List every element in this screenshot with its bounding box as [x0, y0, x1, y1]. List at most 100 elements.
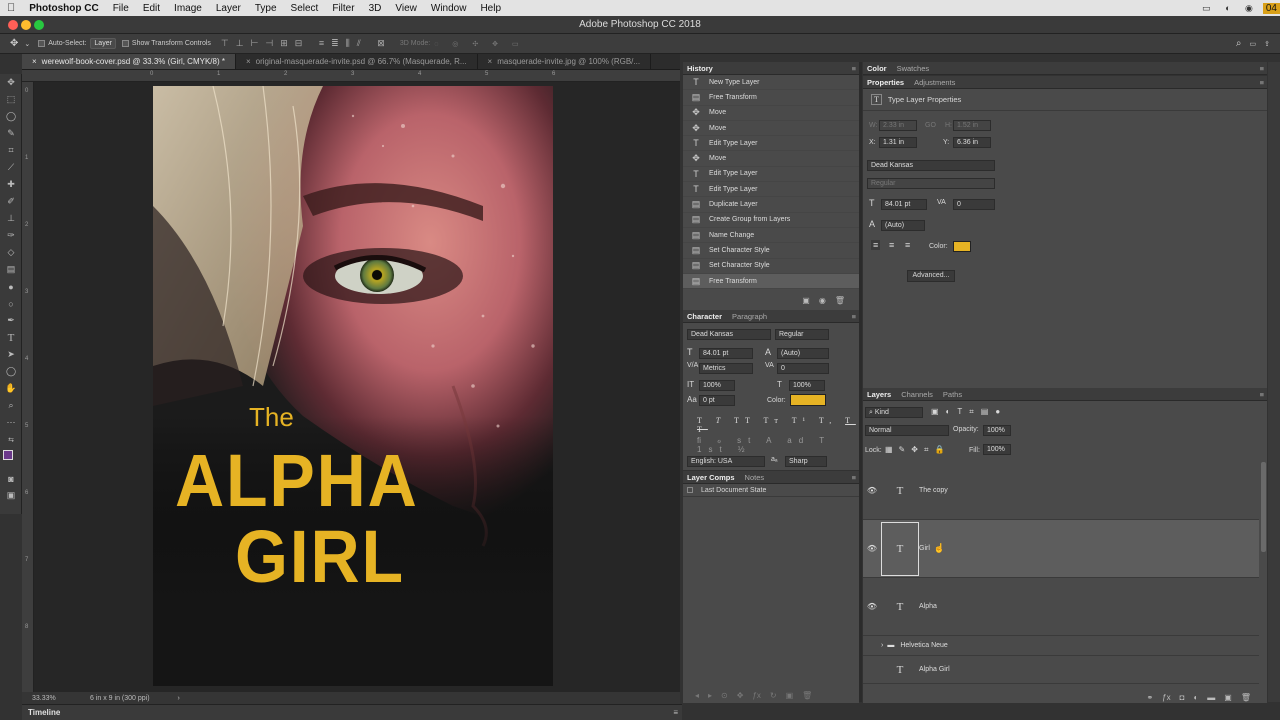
layer-comp-item[interactable]: Last Document State [683, 484, 859, 497]
panel-menu-icon[interactable]: ≡ [1260, 64, 1264, 73]
menu-help[interactable]: Help [473, 3, 508, 14]
document-canvas[interactable]: The ALPHA GIRL [153, 86, 553, 686]
tab-channels[interactable]: Channels [901, 390, 933, 399]
type-style-buttons[interactable]: T T TT Tᴛ T¹ T, T T [697, 416, 859, 434]
font-size-field[interactable]: 84.01 pt [699, 348, 753, 359]
trash-icon[interactable]: 🗑 [802, 691, 812, 700]
tab-original-masquerade-invite[interactable]: × original-masquerade-invite.psd @ 66.7% … [236, 54, 478, 69]
tab-paths[interactable]: Paths [943, 390, 962, 399]
screen-mode-icon[interactable]: ▣ [0, 487, 22, 504]
history-item[interactable]: ✥ Move [683, 121, 859, 137]
history-item[interactable]: ▤ Name Change [683, 228, 859, 244]
link-layers-icon[interactable]: ⚭ [1146, 693, 1153, 702]
layer-row-selected[interactable]: 👁 T Girl ☝ [863, 520, 1259, 578]
next-icon[interactable]: ▸ [708, 691, 712, 700]
menu-view[interactable]: View [388, 3, 424, 14]
vertical-scale-field[interactable]: 100% [699, 380, 735, 391]
layer-filter-select[interactable]: ⌕ Kind [865, 407, 923, 418]
document-size[interactable]: 6 in x 9 in (300 ppi) [90, 695, 150, 702]
history-item[interactable]: T Edit Type Layer [683, 136, 859, 152]
auto-select-target-dropdown[interactable]: Layer [90, 38, 116, 49]
layer-row[interactable]: 👁 T The copy [863, 462, 1259, 520]
marquee-tool-icon[interactable]: ⬚ [0, 91, 22, 108]
font-style-select[interactable]: Regular [775, 329, 829, 340]
text-color-swatch[interactable] [953, 241, 971, 252]
menu-select[interactable]: Select [284, 3, 326, 14]
baseline-shift-field[interactable]: 0 pt [699, 395, 735, 406]
lock-icons[interactable]: ▦✎✥⌗🔒 [885, 445, 950, 455]
tab-character[interactable]: Character [687, 312, 722, 321]
language-select[interactable]: English: USA [687, 456, 765, 467]
minimize-window-button[interactable] [21, 20, 31, 30]
tab-color[interactable]: Color [867, 64, 887, 73]
history-item[interactable]: ▤ Set Character Style [683, 259, 859, 274]
close-window-button[interactable] [8, 20, 18, 30]
align-left-icon[interactable]: ≡ [871, 240, 881, 250]
path-select-tool-icon[interactable]: ➤ [0, 346, 22, 363]
brush-tool-icon[interactable]: ✐ [0, 193, 22, 210]
update-visibility-icon[interactable]: ⊙ [721, 691, 728, 700]
swap-colors-icon[interactable]: ⇆ [0, 431, 22, 448]
align-icons[interactable]: ⊤⊥⊢⊣⊞⊟ ≡≣⫼⫽ ⊠ [221, 38, 392, 49]
history-item[interactable]: T Edit Type Layer [683, 182, 859, 198]
ruler-vertical[interactable]: 0 1 2 3 4 5 6 7 8 [22, 82, 34, 692]
tab-layers[interactable]: Layers [867, 390, 891, 399]
move-tool-icon[interactable]: ✥ [10, 38, 18, 49]
update-appearance-icon[interactable]: ƒx [752, 691, 760, 700]
share-icon[interactable]: ⇪ [1264, 40, 1270, 48]
panel-menu-icon[interactable]: ≡ [852, 473, 856, 482]
x-field[interactable]: 1.31 in [879, 137, 917, 148]
align-right-icon[interactable]: ≡ [905, 240, 910, 250]
opentype-buttons[interactable]: ﬁ ℴ st A ad T 1st ½ [697, 436, 859, 454]
history-item[interactable]: ▤ Set Character Style [683, 243, 859, 259]
type-tool-icon[interactable]: T [0, 329, 22, 346]
history-brush-tool-icon[interactable]: ✑ [0, 227, 22, 244]
foreground-color[interactable] [3, 450, 13, 460]
eraser-tool-icon[interactable]: ◇ [0, 244, 22, 261]
search-icon[interactable]: ⌕ [1236, 38, 1242, 49]
history-item-current[interactable]: ▤ Free Transform [683, 273, 859, 290]
font-style-select[interactable]: Regular [867, 178, 995, 189]
snapshot-icon[interactable]: ◉ [819, 296, 826, 305]
visibility-eye-icon[interactable]: 👁 [863, 544, 881, 553]
layer-name[interactable]: Helvetica Neue [900, 642, 947, 649]
history-item[interactable]: ▤ Free Transform [683, 90, 859, 106]
status-chevron-icon[interactable]: › [178, 695, 180, 702]
history-item[interactable]: ▤ Create Group from Layers [683, 213, 859, 228]
text-color-swatch[interactable] [790, 394, 826, 406]
blend-mode-select[interactable]: Normal [865, 425, 949, 436]
history-item[interactable]: ✥ Move [683, 151, 859, 167]
advanced-button[interactable]: Advanced... [907, 270, 955, 282]
timeline-panel[interactable]: Timeline ≡ [22, 704, 682, 720]
layers-scrollbar[interactable] [1261, 462, 1266, 552]
quick-mask-icon[interactable]: ◙ [0, 470, 22, 487]
color-swatches[interactable] [0, 448, 21, 470]
visibility-eye-icon[interactable]: 👁 [863, 602, 881, 611]
ruler-horizontal[interactable]: 0 1 2 3 4 5 6 [22, 70, 680, 82]
cover-text-girl[interactable]: GIRL [235, 520, 405, 594]
font-family-select[interactable]: Dead Kansas [867, 160, 995, 171]
tab-adjustments[interactable]: Adjustments [914, 78, 955, 87]
apple-icon[interactable]:  [0, 2, 22, 14]
layer-style-icon[interactable]: ƒx [1162, 693, 1170, 702]
font-family-select[interactable]: Dead Kansas [687, 329, 771, 340]
layer-name[interactable]: Girl [919, 545, 930, 552]
panel-menu-icon[interactable]: ≡ [1260, 390, 1264, 399]
opacity-field[interactable]: 100% [983, 425, 1011, 436]
trash-icon[interactable]: 🗑 [835, 296, 845, 305]
new-layer-icon[interactable]: ▣ [1224, 693, 1232, 702]
cover-text-the[interactable]: The [249, 402, 294, 433]
blur-tool-icon[interactable]: ● [0, 278, 22, 295]
tool-preset-chevron-icon[interactable]: ⌄ [24, 40, 30, 48]
history-item[interactable]: ✥ Move [683, 106, 859, 121]
auto-select-checkbox[interactable] [38, 40, 46, 47]
tracking-field[interactable]: 0 [953, 199, 995, 210]
menu-window[interactable]: Window [424, 3, 474, 14]
trash-icon[interactable]: 🗑 [1241, 693, 1251, 702]
shape-tool-icon[interactable]: ◯ [0, 363, 22, 380]
pen-tool-icon[interactable]: ✒ [0, 312, 22, 329]
tab-masquerade-invite[interactable]: × masquerade-invite.jpg @ 100% (RGB/... [478, 54, 652, 69]
leading-field[interactable]: (Auto) [777, 348, 829, 359]
menu-layer[interactable]: Layer [209, 3, 248, 14]
update-position-icon[interactable]: ✥ [737, 691, 744, 700]
